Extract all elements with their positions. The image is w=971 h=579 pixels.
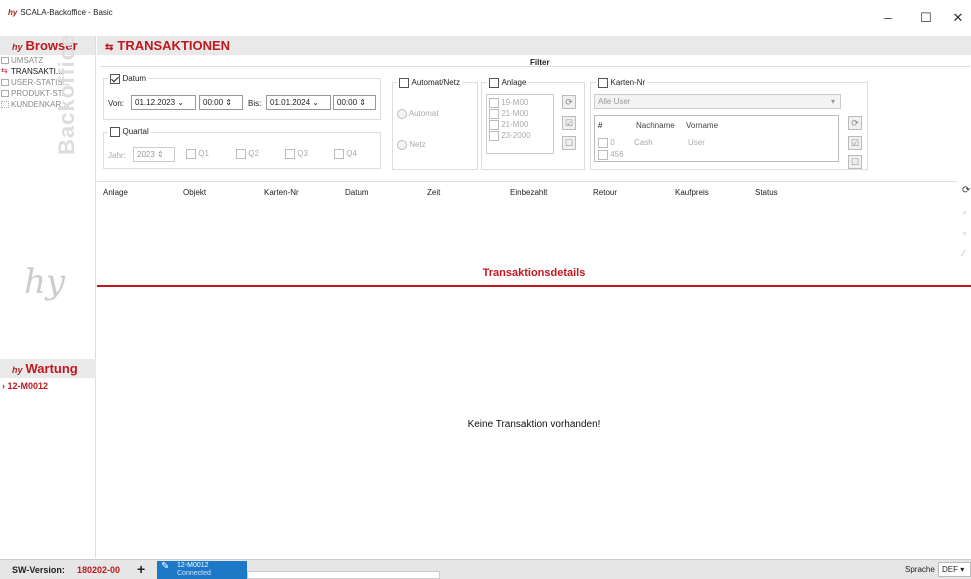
status-bar	[0, 559, 971, 579]
spinner-icon: ⇕	[225, 98, 232, 107]
transaction-arrows-icon: ⇆	[1, 66, 8, 75]
bis-time-field[interactable]: 00:00 ⇕	[333, 95, 376, 110]
transaction-arrows-icon: ⇆	[105, 42, 114, 53]
empty-message: Keine Transaktion vorhanden!	[467, 419, 601, 430]
automat-radio[interactable]: Automat	[397, 109, 439, 119]
sprache-select[interactable]: DEF ▾	[938, 562, 971, 577]
select-all-icon[interactable]: ☑	[848, 136, 862, 150]
col-zeit[interactable]: Zeit	[427, 188, 440, 197]
jahr-spinner[interactable]: 2023 ⇕	[133, 147, 175, 162]
list-item[interactable]: 23-2000	[489, 130, 551, 141]
col-objekt[interactable]: Objekt	[183, 188, 206, 197]
window-titlebar	[0, 0, 971, 36]
von-label: Von:	[108, 99, 125, 108]
connection-progress	[247, 571, 440, 579]
q3-checkbox[interactable]: Q3	[285, 149, 308, 159]
karten-col-nachname: Nachname	[636, 121, 675, 130]
q4-checkbox[interactable]: Q4	[334, 149, 357, 159]
netz-radio[interactable]: Netz	[397, 140, 426, 150]
chart-icon	[1, 79, 9, 86]
window-title: hy SCALA-Backoffice - Basic	[8, 8, 113, 17]
col-anlage[interactable]: Anlage	[103, 188, 128, 197]
sidebar-item-produkt-statistik[interactable]: PRODUKT-ST...	[0, 88, 95, 99]
filter-divider	[100, 66, 970, 67]
user-select[interactable]: Alle User ▾	[594, 94, 841, 109]
page-title: ⇆ TRANSAKTIONEN	[97, 36, 971, 55]
plug-icon: ✎	[161, 561, 170, 572]
refresh-icon[interactable]: ⟳	[962, 185, 970, 196]
datum-checkbox[interactable]: Datum	[108, 73, 149, 84]
maximize-button[interactable]: ☐	[911, 8, 941, 28]
select-none-icon[interactable]: ☐	[562, 136, 576, 150]
add-connection-icon[interactable]: +	[137, 561, 145, 577]
bis-label: Bis:	[248, 99, 262, 108]
jahr-label: Jahr:	[108, 151, 126, 160]
sidebar-item-transaktionen[interactable]: ⇆ TRANSAKTI...	[0, 66, 95, 77]
sidebar-item-umsatz[interactable]: UMSATZ	[0, 55, 95, 66]
list-item[interactable]: 21-M00	[489, 108, 551, 119]
automat-netz-group	[392, 82, 478, 170]
quartal-checkbox[interactable]: Quartal	[108, 126, 151, 137]
table-cell: Cash	[634, 138, 653, 147]
karten-checkbox[interactable]: Karten-Nr	[596, 77, 648, 88]
col-karten-nr[interactable]: Karten-Nr	[264, 188, 299, 197]
chevron-down-icon: ⌄	[177, 98, 184, 107]
logo-icon: hy	[12, 42, 23, 52]
spinner-icon: ⇕	[359, 98, 366, 107]
close-button[interactable]: ✕	[943, 8, 971, 28]
q2-checkbox[interactable]: Q2	[236, 149, 259, 159]
anlage-checkbox[interactable]: Anlage	[487, 77, 529, 88]
logo-icon: hy	[12, 365, 23, 375]
table-cell: User	[688, 138, 705, 147]
select-none-icon[interactable]: ☐	[848, 155, 862, 169]
list-item[interactable]: 21-M00	[489, 119, 551, 130]
col-einbezahlt[interactable]: Einbezahlt	[510, 188, 547, 197]
app-logo: hy	[8, 8, 18, 17]
refresh-icon[interactable]: ⟳	[848, 116, 862, 130]
connection-tab[interactable]: ✎ 12-M0012 Connected	[157, 561, 247, 579]
sw-version-label: SW-Version:	[12, 565, 65, 575]
chevron-right-icon: ›	[2, 381, 5, 391]
wartung-item[interactable]: › 12-M0012	[2, 381, 48, 391]
q1-checkbox[interactable]: Q1	[186, 149, 209, 159]
logo-watermark-icon: hy	[24, 262, 66, 302]
browser-header: hy Browser	[0, 36, 95, 55]
table-row[interactable]: 456	[598, 150, 624, 160]
automat-netz-checkbox[interactable]: Automat/Netz	[397, 77, 462, 88]
export-icon[interactable]: ▫	[963, 228, 966, 238]
people-icon	[1, 101, 9, 108]
export-icon[interactable]: ▫	[963, 207, 966, 217]
chevron-down-icon: ▾	[830, 97, 835, 106]
col-kaufpreis[interactable]: Kaufpreis	[675, 188, 709, 197]
list-item[interactable]: 19-M00	[489, 97, 551, 108]
karten-col-num: #	[598, 121, 603, 130]
col-retour[interactable]: Retour	[593, 188, 617, 197]
minimize-button[interactable]: –	[873, 8, 903, 28]
edit-icon[interactable]: ∕	[963, 248, 965, 258]
sidebar-item-user-statistik[interactable]: USER-STATIS...	[0, 77, 95, 88]
table-row[interactable]: 0	[598, 138, 615, 148]
chart-icon	[1, 57, 9, 64]
refresh-icon[interactable]: ⟳	[562, 95, 576, 109]
karten-col-vorname: Vorname	[686, 121, 719, 130]
col-status[interactable]: Status	[755, 188, 778, 197]
von-date-picker[interactable]: 01.12.2023 ⌄	[131, 95, 196, 110]
wartung-header: hy Wartung	[0, 359, 96, 378]
col-datum[interactable]: Datum	[345, 188, 369, 197]
von-time-field[interactable]: 00:00 ⇕	[199, 95, 243, 110]
chart-icon	[1, 90, 9, 97]
sidebar-item-kundenkarten[interactable]: KUNDENKAR...	[0, 99, 95, 110]
backoffice-watermark: Backoffice	[54, 33, 79, 155]
window-title-text: SCALA-Backoffice - Basic	[20, 8, 113, 17]
anlage-list[interactable]: 19-M00 21-M00 21-M00 23-2000	[486, 94, 554, 154]
chevron-down-icon: ⌄	[312, 98, 319, 107]
spinner-icon: ⇕	[157, 150, 164, 159]
chevron-down-icon: ▾	[960, 565, 965, 574]
table-divider	[97, 181, 957, 182]
select-all-icon[interactable]: ☑	[562, 116, 576, 130]
sprache-label: Sprache	[905, 565, 935, 574]
bis-date-picker[interactable]: 01.01.2024 ⌄	[266, 95, 331, 110]
details-title: Transaktionsdetails	[97, 263, 971, 287]
sw-version-value: 180202-00	[77, 565, 121, 575]
